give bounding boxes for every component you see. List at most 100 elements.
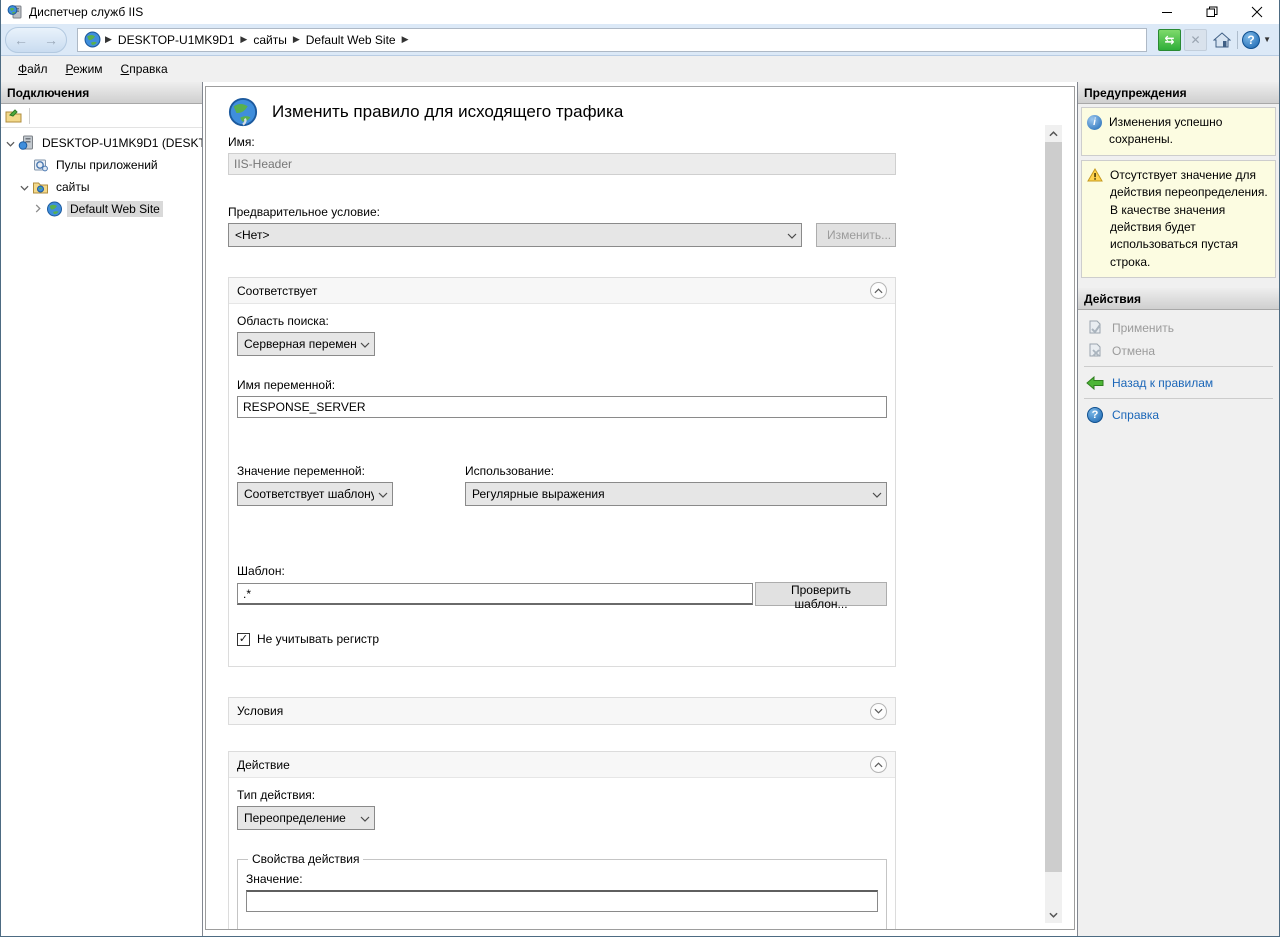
expand-chevron-icon[interactable] (31, 202, 45, 216)
warning-alert-text: Отсутствует значение для действия переоп… (1110, 167, 1271, 271)
back-to-rules-action[interactable]: Назад к правилам (1086, 375, 1273, 391)
action-type-label: Тип действия: (237, 788, 887, 802)
collapse-section-icon[interactable] (870, 756, 887, 773)
variable-value-label: Значение переменной: (237, 464, 465, 478)
cancel-action: Отмена (1086, 343, 1273, 359)
minimize-button[interactable] (1144, 0, 1189, 24)
value-label: Значение: (246, 872, 878, 886)
nav-buttons: ← → (5, 27, 67, 53)
ignore-case-checkbox-row[interactable]: ✓ Не учитывать регистр (237, 632, 887, 646)
scope-select[interactable]: Серверная переменн (237, 332, 375, 356)
expand-section-icon[interactable] (870, 703, 887, 720)
scroll-down-icon[interactable] (1045, 906, 1062, 923)
precondition-label: Предварительное условие: (228, 205, 896, 219)
tree-app-pools-label[interactable]: Пулы приложений (53, 157, 161, 173)
precondition-select[interactable]: <Нет> (228, 223, 802, 247)
chevron-down-icon (360, 337, 370, 351)
address-toolbar: ⇆ ✕ ? ▼ (1155, 29, 1271, 51)
ignore-case-label: Не учитывать регистр (257, 632, 379, 646)
close-button[interactable] (1234, 0, 1279, 24)
tree-item-server[interactable]: DESKTOP-U1MK9D1 (DESKTOP (3, 132, 202, 154)
apply-icon (1086, 320, 1104, 336)
match-section-header[interactable]: Соответствует (229, 278, 895, 304)
help-icon[interactable]: ? (1242, 31, 1260, 49)
help-action[interactable]: ? Справка (1086, 407, 1273, 423)
back-button[interactable]: ← (14, 33, 28, 47)
tree-sites-label[interactable]: сайты (53, 179, 93, 195)
actions-panel: Предупреждения i Изменения успешно сохра… (1077, 82, 1279, 936)
address-band: ← → ▶ DESKTOP-U1MK9D1 ▶ сайты ▶ Default … (1, 24, 1279, 56)
warnings-header: Предупреждения (1078, 82, 1279, 104)
server-icon (18, 135, 35, 151)
collapse-section-icon[interactable] (870, 282, 887, 299)
breadcrumb[interactable]: ▶ DESKTOP-U1MK9D1 ▶ сайты ▶ Default Web … (77, 28, 1147, 52)
page-header: Изменить правило для исходящего трафика (228, 97, 896, 127)
connections-toolbar (1, 104, 202, 128)
back-to-rules-label[interactable]: Назад к правилам (1112, 376, 1213, 390)
help-label[interactable]: Справка (1112, 408, 1159, 422)
save-connections-icon[interactable] (5, 108, 23, 124)
menu-view[interactable]: Режим (57, 58, 112, 80)
test-pattern-button[interactable]: Проверить шаблон... (755, 582, 887, 606)
variable-value-value: Соответствует шаблону (244, 487, 374, 501)
back-arrow-icon (1086, 375, 1104, 391)
sites-folder-icon (32, 179, 49, 195)
chevron-down-icon (378, 487, 388, 501)
window-title: Диспетчер служб IIS (29, 5, 143, 19)
tree-item-sites[interactable]: сайты (3, 176, 202, 198)
menu-file[interactable]: Файл (9, 58, 57, 80)
action-properties-title: Свойства действия (248, 852, 363, 866)
chevron-down-icon (360, 811, 370, 825)
value-input[interactable] (246, 890, 878, 912)
tree-item-default-web-site[interactable]: Default Web Site (3, 198, 202, 220)
action-section-header[interactable]: Действие (229, 752, 895, 778)
scrollbar-thumb[interactable] (1045, 142, 1062, 872)
tree-default-web-site-label[interactable]: Default Web Site (67, 201, 163, 217)
info-alert-text: Изменения успешно сохранены. (1109, 114, 1271, 149)
website-globe-icon (46, 201, 63, 217)
crumb-sites[interactable]: сайты (253, 33, 287, 47)
connections-header: Подключения (1, 82, 202, 104)
collapse-chevron-icon[interactable] (3, 136, 17, 150)
edit-precondition-button: Изменить... (816, 223, 896, 247)
variable-value-select[interactable]: Соответствует шаблону (237, 482, 393, 506)
collapse-chevron-icon[interactable] (17, 180, 31, 194)
center-area: Изменить правило для исходящего трафика … (203, 82, 1077, 936)
crumb-separator-icon: ▶ (402, 34, 409, 45)
forward-button[interactable]: → (44, 33, 58, 47)
crumb-server[interactable]: DESKTOP-U1MK9D1 (118, 33, 234, 47)
pattern-input[interactable] (237, 583, 753, 605)
pattern-label: Шаблон: (237, 564, 887, 578)
conditions-section-header[interactable]: Условия (229, 698, 895, 724)
name-input (228, 153, 896, 175)
cancel-label: Отмена (1112, 344, 1155, 358)
tree-item-app-pools[interactable]: Пулы приложений (3, 154, 202, 176)
page-title: Изменить правило для исходящего трафика (272, 102, 623, 122)
outbound-rule-globe-icon (228, 97, 258, 127)
scope-label: Область поиска: (237, 314, 887, 328)
conditions-section: Условия (228, 697, 896, 725)
actions-divider (1084, 366, 1273, 367)
using-select[interactable]: Регулярные выражения (465, 482, 887, 506)
crumb-separator-icon: ▶ (293, 34, 300, 45)
action-type-select[interactable]: Переопределение (237, 806, 375, 830)
restore-button[interactable] (1189, 0, 1234, 24)
tree-server-label[interactable]: DESKTOP-U1MK9D1 (DESKTOP (39, 135, 202, 151)
vertical-scrollbar[interactable] (1045, 125, 1062, 923)
using-value: Регулярные выражения (472, 487, 868, 501)
app-body: Подключения DESKTOP-U1MK9D (1, 82, 1279, 936)
crumb-separator-icon: ▶ (105, 34, 112, 45)
action-section-title: Действие (237, 758, 870, 772)
menu-bar: Файл Режим Справка (1, 56, 1279, 82)
menu-help[interactable]: Справка (112, 58, 177, 80)
refresh-button[interactable]: ⇆ (1158, 29, 1181, 51)
crumb-default-web-site[interactable]: Default Web Site (306, 33, 396, 47)
scroll-up-icon[interactable] (1045, 125, 1062, 142)
warning-icon (1087, 168, 1103, 271)
checkbox-checked-icon[interactable]: ✓ (237, 633, 250, 646)
chevron-down-icon (787, 228, 797, 242)
help-dropdown-caret-icon[interactable]: ▼ (1263, 35, 1271, 44)
variable-name-input[interactable] (237, 396, 887, 418)
precondition-value: <Нет> (235, 228, 783, 242)
home-button[interactable] (1210, 29, 1233, 51)
